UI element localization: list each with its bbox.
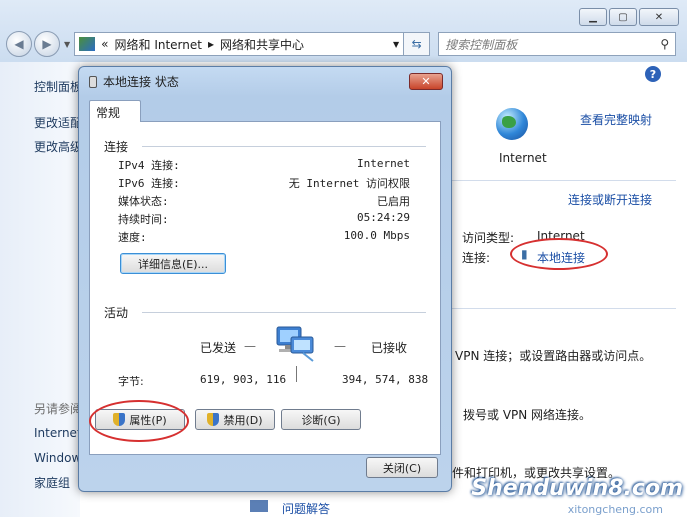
media-state-value: 已启用 bbox=[377, 195, 410, 208]
received-line: — bbox=[334, 339, 346, 353]
activity-group-label: 活动 bbox=[104, 306, 129, 320]
network-activity-icon bbox=[276, 326, 314, 362]
view-full-map-link[interactable]: 查看完整映射 bbox=[580, 111, 652, 128]
bytes-divider bbox=[296, 366, 297, 382]
breadcrumb-sharing-center[interactable]: 网络和共享中心 bbox=[220, 36, 304, 53]
activity-group-line bbox=[142, 312, 426, 313]
connection-group-label: 连接 bbox=[104, 140, 129, 154]
breadcrumb-network-internet[interactable]: 网络和 Internet bbox=[115, 36, 202, 53]
network-adapter-icon bbox=[89, 75, 97, 88]
search-icon[interactable]: ⚲ bbox=[660, 37, 669, 51]
back-button[interactable]: ◀ bbox=[6, 31, 32, 57]
window-close-button[interactable]: ✕ bbox=[639, 8, 679, 26]
minimize-button[interactable]: ▁ bbox=[579, 8, 607, 26]
tab-general[interactable]: 常规 bbox=[89, 100, 141, 122]
homegroup-link[interactable]: 家庭组 bbox=[34, 474, 70, 491]
duration-label: 持续时间: bbox=[118, 213, 169, 226]
close-button-label: 关闭(C) bbox=[382, 461, 422, 475]
local-connection-status-dialog: 本地连接 状态 ✕ 常规 连接 IPv4 连接: Internet IPv6 连… bbox=[78, 66, 452, 492]
diagnose-button[interactable]: 诊断(G) bbox=[281, 409, 361, 430]
network-folder-icon bbox=[79, 37, 96, 51]
dialog-title-bar: 本地连接 状态 bbox=[89, 73, 179, 90]
dialog-title: 本地连接 状态 bbox=[103, 75, 179, 89]
dialog-close-button[interactable]: ✕ bbox=[409, 73, 443, 90]
ipv4-value: Internet bbox=[357, 157, 410, 170]
ipv4-label: IPv4 连接: bbox=[118, 159, 180, 172]
disable-button-label: 禁用(D) bbox=[223, 413, 263, 427]
forward-arrow-icon: ▶ bbox=[42, 37, 52, 51]
maximize-button[interactable]: ▢ bbox=[609, 8, 637, 26]
internet-globe-icon bbox=[496, 108, 528, 140]
speed-value: 100.0 Mbps bbox=[343, 229, 410, 242]
section-divider-2 bbox=[452, 308, 676, 309]
disable-button[interactable]: 禁用(D) bbox=[195, 409, 275, 430]
properties-highlight-circle bbox=[89, 400, 189, 442]
back-arrow-icon: ◀ bbox=[14, 37, 24, 51]
connect-disconnect-link[interactable]: 连接或断开连接 bbox=[568, 191, 652, 208]
troubleshoot-link[interactable]: 问题解答 bbox=[282, 500, 330, 517]
vpn-setup-text: VPN 连接；或设置路由器或访问点。 bbox=[455, 349, 652, 363]
ipv6-label: IPv6 连接: bbox=[118, 177, 180, 190]
window-caption-buttons: ▁ ▢ ✕ bbox=[579, 8, 679, 26]
sent-label: 已发送 bbox=[200, 341, 237, 355]
refresh-button[interactable]: ⇆ bbox=[404, 32, 431, 56]
address-bar[interactable]: « 网络和 Internet ▸ 网络和共享中心 ▼ bbox=[74, 32, 405, 56]
ipv6-value: 无 Internet 访问权限 bbox=[288, 177, 410, 190]
dialup-vpn-text: 拨号或 VPN 网络连接。 bbox=[463, 408, 592, 422]
help-icon[interactable]: ? bbox=[645, 66, 661, 82]
address-dropdown-icon[interactable]: ▼ bbox=[393, 40, 399, 49]
breadcrumb-separator[interactable]: ▸ bbox=[208, 37, 214, 51]
search-placeholder: 搜索控制面板 bbox=[445, 37, 518, 52]
details-button[interactable]: 详细信息(E)... bbox=[120, 253, 226, 274]
internet-label: Internet bbox=[499, 151, 547, 165]
watermark: Shenduwin8.com bbox=[471, 476, 683, 501]
bytes-received-value: 394, 574, 838 bbox=[342, 373, 429, 386]
refresh-icon: ⇆ bbox=[411, 37, 422, 51]
close-button[interactable]: 关闭(C) bbox=[366, 457, 438, 478]
left-task-pane: 控制面板主页 更改适配器设置 更改高级共享设置 另请参阅 Internet 选项… bbox=[0, 62, 130, 517]
troubleshoot-icon bbox=[250, 500, 268, 512]
bytes-sent-value: 619, 903, 116 bbox=[200, 373, 287, 386]
search-input[interactable]: 搜索控制面板 ⚲ bbox=[438, 32, 677, 56]
speed-label: 速度: bbox=[118, 231, 147, 244]
diagnose-button-label: 诊断(G) bbox=[301, 413, 341, 427]
watermark-sub: xitongcheng.com bbox=[567, 503, 663, 516]
bytes-label: 字节: bbox=[118, 375, 144, 388]
recent-pages-dropdown[interactable]: ▼ bbox=[64, 40, 70, 49]
sent-line: — bbox=[244, 339, 256, 353]
details-button-label: 详细信息(E)... bbox=[137, 257, 209, 271]
received-label: 已接收 bbox=[371, 341, 408, 355]
section-divider bbox=[452, 180, 676, 181]
access-type-label: 访问类型: bbox=[462, 231, 515, 245]
navigation-bar: ◀ ▶ ▼ « 网络和 Internet ▸ 网络和共享中心 ▼ ⇆ 搜索控制面… bbox=[6, 30, 681, 58]
address-chevrons[interactable]: « bbox=[101, 37, 108, 51]
uac-shield-icon bbox=[207, 413, 220, 426]
duration-value: 05:24:29 bbox=[357, 211, 410, 224]
close-icon: ✕ bbox=[421, 75, 431, 88]
see-also-heading: 另请参阅 bbox=[34, 402, 83, 416]
connection-group-line bbox=[142, 146, 426, 147]
forward-button[interactable]: ▶ bbox=[34, 31, 60, 57]
media-state-label: 媒体状态: bbox=[118, 195, 169, 208]
highlight-circle bbox=[510, 238, 608, 270]
connection-label: 连接: bbox=[462, 251, 491, 265]
